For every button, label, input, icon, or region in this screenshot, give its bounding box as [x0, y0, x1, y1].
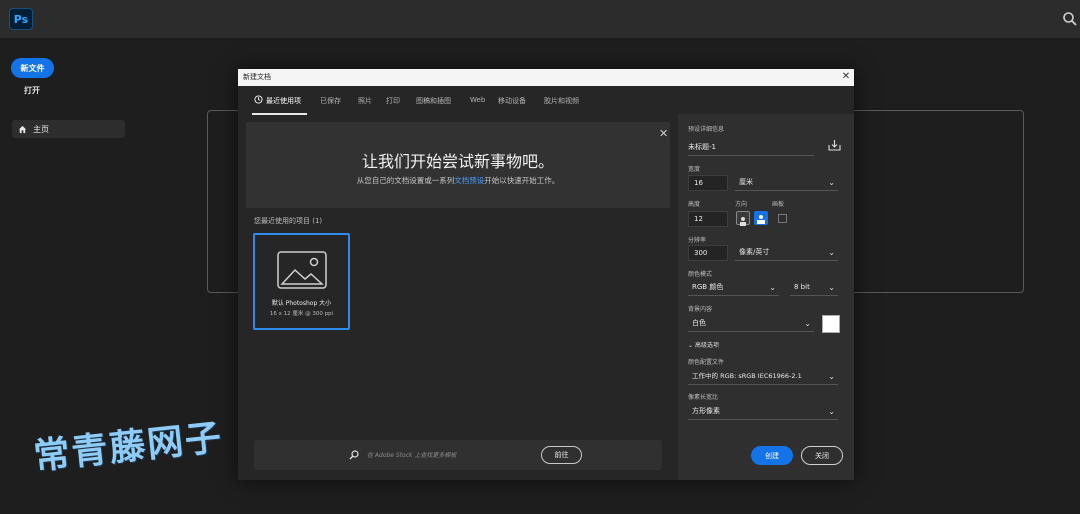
tab-photo[interactable]: 照片: [358, 96, 372, 106]
create-button[interactable]: 创建: [751, 446, 793, 465]
banner-close-icon[interactable]: ✕: [659, 127, 668, 140]
chevron-down-icon: ⌄: [804, 319, 811, 328]
background-content-value: 白色: [692, 319, 706, 327]
document-presets-link[interactable]: 文档预设: [454, 176, 484, 185]
dialog-title: 新建文档: [238, 69, 854, 86]
stock-search-bar: 前往: [254, 440, 662, 470]
preset-card[interactable]: 默认 Photoshop 大小 16 x 12 厘米 @ 300 ppi: [253, 233, 350, 330]
pixel-aspect-select[interactable]: 方形像素 ⌄: [688, 404, 838, 420]
sidebar-item-home[interactable]: 主页: [12, 120, 125, 138]
width-unit-value: 厘米: [739, 178, 753, 186]
save-preset-icon[interactable]: [828, 139, 841, 151]
portrait-icon: [740, 217, 746, 226]
artboard-checkbox[interactable]: [778, 214, 787, 223]
clock-icon: [254, 95, 263, 104]
image-placeholder-icon: [277, 251, 327, 289]
resolution-field[interactable]: 300: [688, 245, 728, 261]
recent-items-label: 您最近使用的项目 (1): [254, 217, 323, 225]
search-icon: [349, 450, 359, 460]
preset-name: 默认 Photoshop 大小: [271, 300, 332, 307]
close-icon[interactable]: ✕: [840, 71, 852, 83]
background-color-swatch[interactable]: [822, 315, 840, 333]
artboard-label: 画板: [772, 201, 785, 208]
subtitle-text: 从您自己的文档设置或一系列: [356, 176, 455, 185]
portrait-button[interactable]: [736, 211, 750, 226]
width-field[interactable]: 16: [688, 175, 728, 191]
pixel-aspect-value: 方形像素: [692, 407, 720, 415]
resolution-unit-select[interactable]: 像素/英寸 ⌄: [735, 245, 838, 261]
color-profile-value: 工作中的 RGB: sRGB IEC61966-2.1: [692, 372, 802, 380]
new-document-dialog: 新建文档 ✕ 最近使用项 已保存 照片 打印 图稿和插图 Web 移动设备 胶片…: [238, 69, 854, 480]
top-bar: Ps: [0, 0, 1080, 38]
chevron-down-icon: ⌄: [828, 283, 835, 292]
advanced-options-label: 高级选项: [694, 342, 719, 349]
height-label: 高度: [688, 201, 701, 208]
advanced-options-toggle[interactable]: ⌄ 高级选项: [688, 340, 719, 349]
landscape-icon: [757, 215, 765, 224]
chevron-down-icon: ⌄: [828, 407, 835, 416]
tab-saved[interactable]: 已保存: [320, 96, 341, 106]
width-unit-select[interactable]: 厘米 ⌄: [735, 175, 838, 191]
new-file-button[interactable]: 新文件: [11, 58, 54, 78]
tab-mobile[interactable]: 移动设备: [498, 96, 526, 106]
photoshop-logo: Ps: [9, 8, 33, 30]
bit-depth-value: 8 bit: [794, 283, 810, 291]
width-label: 宽度: [688, 166, 701, 173]
sidebar-item-label: 主页: [33, 124, 49, 134]
go-button[interactable]: 前往: [541, 446, 582, 464]
color-mode-select[interactable]: RGB 颜色 ⌄: [688, 280, 779, 296]
color-mode-value: RGB 颜色: [692, 283, 724, 291]
welcome-subtitle: 从您自己的文档设置或一系列文档预设开始以快速开始工作。: [246, 175, 670, 186]
tab-web[interactable]: Web: [470, 96, 485, 104]
close-button[interactable]: 关闭: [801, 446, 843, 465]
color-profile-label: 颜色配置文件: [688, 359, 725, 366]
pixel-aspect-label: 像素长宽比: [688, 394, 719, 401]
chevron-down-icon: ⌄: [688, 342, 695, 349]
preset-tabs: 最近使用项 已保存 照片 打印 图稿和插图 Web 移动设备 胶片和视频: [238, 86, 678, 115]
tab-art-illustration[interactable]: 图稿和插图: [416, 96, 451, 106]
chevron-down-icon: ⌄: [828, 372, 835, 381]
home-icon: [18, 125, 27, 133]
bit-depth-select[interactable]: 8 bit ⌄: [790, 280, 838, 296]
preset-size: 16 x 12 厘米 @ 300 ppi: [269, 311, 334, 317]
chevron-down-icon: ⌄: [769, 283, 776, 292]
color-profile-select[interactable]: 工作中的 RGB: sRGB IEC61966-2.1 ⌄: [688, 369, 838, 385]
chevron-down-icon: ⌄: [828, 248, 835, 257]
stock-search-input[interactable]: [367, 448, 517, 462]
open-button[interactable]: 打开: [24, 85, 40, 96]
preset-details-panel: 预设详细信息 未标题-1 宽度 16 厘米 ⌄ 高度 方向 画板 12 分辨率 3…: [678, 114, 854, 480]
name-underline: [688, 155, 814, 156]
orientation-label: 方向: [735, 201, 748, 208]
welcome-banner: ✕ 让我们开始尝试新事物吧。 从您自己的文档设置或一系列文档预设开始以快速开始工…: [246, 122, 670, 208]
active-tab-indicator: [252, 113, 307, 115]
resolution-label: 分辨率: [688, 237, 707, 244]
document-name-field[interactable]: 未标题-1: [688, 142, 716, 152]
welcome-title: 让我们开始尝试新事物吧。: [361, 152, 554, 171]
tab-film-video[interactable]: 胶片和视频: [544, 96, 579, 106]
background-content-label: 背景内容: [688, 306, 713, 313]
chevron-down-icon: ⌄: [828, 178, 835, 187]
height-field[interactable]: 12: [688, 211, 728, 227]
resolution-unit-value: 像素/英寸: [739, 248, 770, 256]
color-mode-label: 颜色模式: [688, 271, 713, 278]
tab-recent[interactable]: 最近使用项: [266, 96, 301, 106]
subtitle-text-end: 开始以快速开始工作。: [484, 176, 560, 185]
background-content-select[interactable]: 白色 ⌄: [688, 316, 814, 332]
preset-details-label: 预设详细信息: [688, 126, 725, 133]
tab-print[interactable]: 打印: [386, 96, 400, 106]
landscape-button[interactable]: [754, 211, 768, 225]
search-icon[interactable]: [1062, 11, 1078, 27]
